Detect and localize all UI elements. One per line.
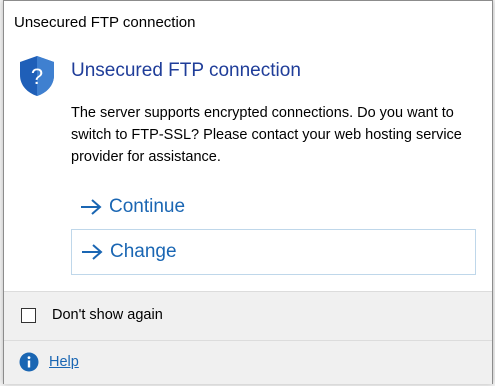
info-icon <box>19 352 39 372</box>
dont-show-again-label[interactable]: Don't show again <box>52 307 163 323</box>
footer-divider <box>4 340 492 341</box>
dialog-title: Unsecured FTP connection <box>14 14 196 31</box>
change-button[interactable]: Change <box>71 229 476 275</box>
continue-label: Continue <box>109 196 186 217</box>
dont-show-again-checkbox[interactable] <box>21 307 36 323</box>
help-row: Help <box>19 352 79 372</box>
change-label: Change <box>110 241 177 262</box>
dont-show-again-checkbox-row[interactable]: Don't show again <box>21 307 163 323</box>
svg-text:?: ? <box>31 64 43 89</box>
help-link[interactable]: Help <box>49 354 79 370</box>
dialog-heading: Unsecured FTP connection <box>71 60 301 81</box>
continue-button[interactable]: Continue <box>71 184 476 230</box>
unsecured-ftp-dialog: Unsecured FTP connection ? Unsecured FTP… <box>3 0 493 384</box>
dialog-footer: Don't show again Help <box>4 291 492 384</box>
shield-question-icon: ? <box>20 56 54 96</box>
arrow-right-icon <box>81 199 102 215</box>
dialog-titlebar[interactable]: Unsecured FTP connection <box>4 1 492 43</box>
arrow-right-icon <box>82 244 103 260</box>
dialog-message: The server supports encrypted connection… <box>71 105 462 165</box>
